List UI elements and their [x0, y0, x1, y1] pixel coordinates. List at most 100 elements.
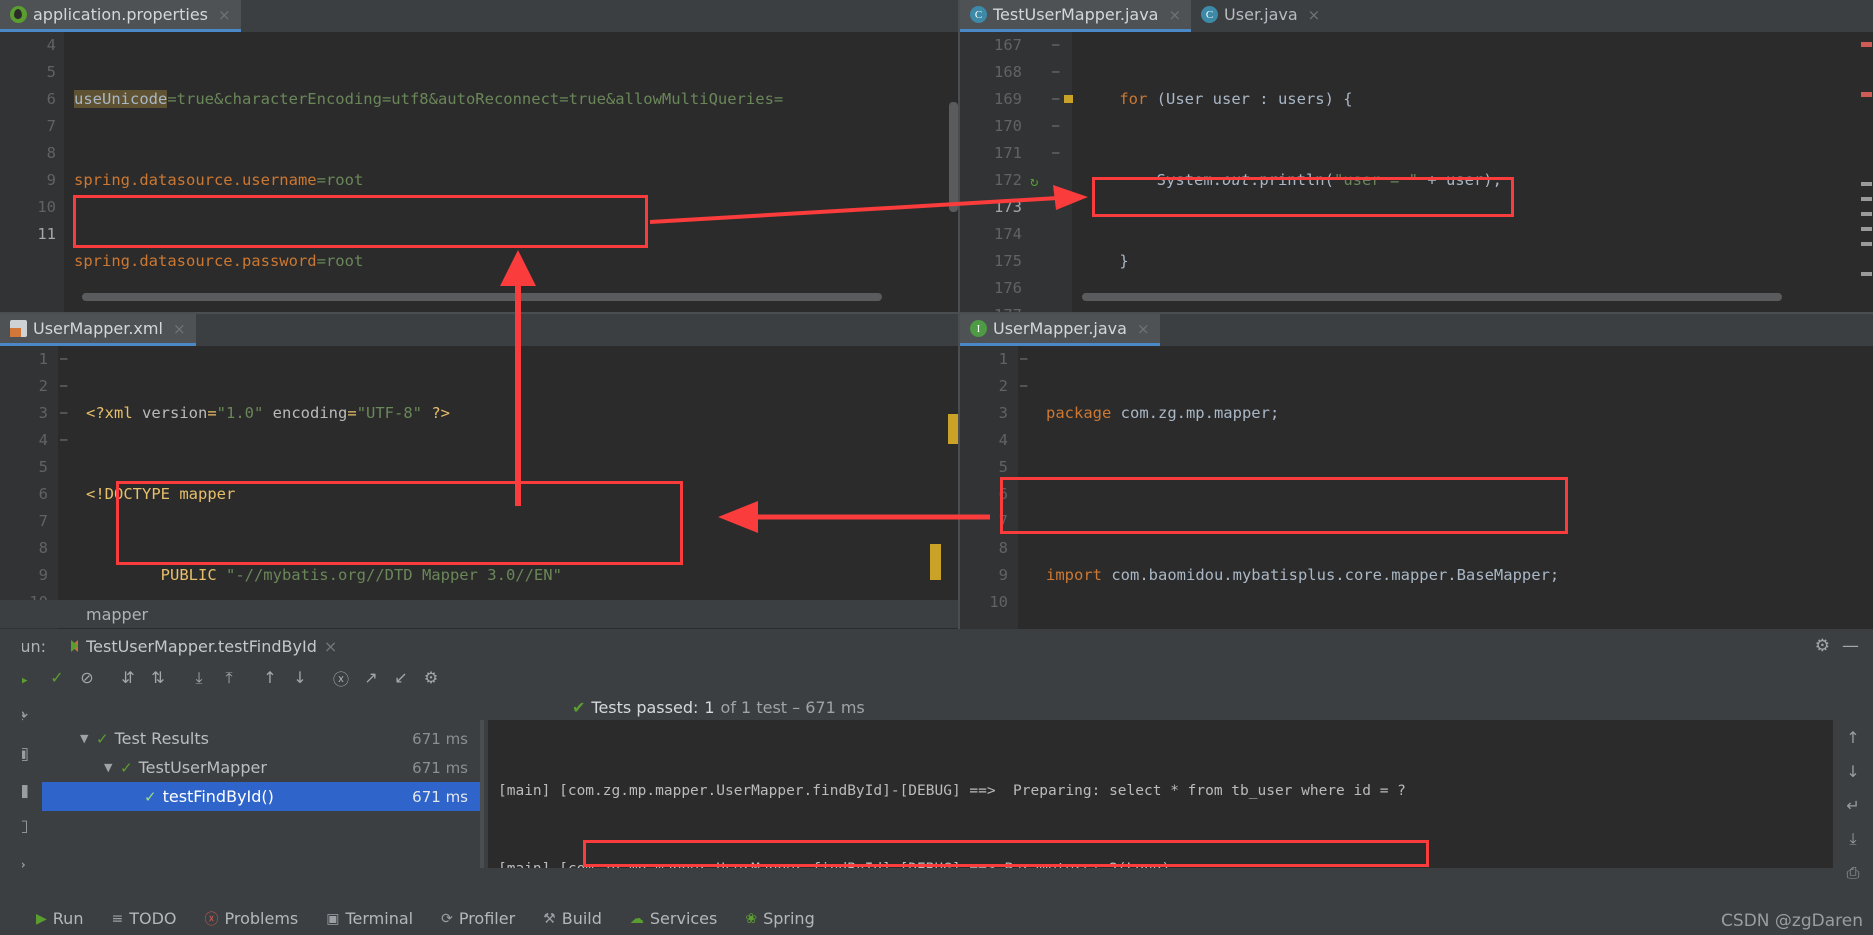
chevron-down-icon[interactable]: ▼	[80, 732, 96, 745]
status-item-terminal[interactable]: ▣ Terminal	[312, 909, 427, 928]
sort-alphabetically-button[interactable]: ⇵	[113, 663, 143, 693]
editor-splitter-vertical[interactable]	[958, 0, 960, 629]
breadcrumb-item-mapper[interactable]: mapper	[86, 605, 148, 624]
status-item-services[interactable]: ☁ Services	[616, 909, 731, 928]
status-item-profiler[interactable]: ⟳ Profiler	[427, 909, 529, 928]
breadcrumb-user-mapper-xml[interactable]: mapper	[0, 600, 960, 628]
code-text-application-properties[interactable]: useUnicode=true&characterEncoding=utf8&a…	[64, 32, 960, 325]
horizontal-scrollbar-test-user-mapper[interactable]	[1072, 293, 1859, 303]
code-text-user-mapper-java[interactable]: package com.zg.mp.mapper; import com.bao…	[1036, 346, 1873, 629]
run-tab-test-user-mapper[interactable]: TestUserMapper.testFindById ×	[64, 637, 337, 656]
soft-wrap-button[interactable]: ↵	[1833, 788, 1873, 822]
expand-all-button[interactable]: ⤓	[184, 663, 214, 693]
tests-passed-count: 1	[704, 697, 715, 717]
open-results-button[interactable]: ↙	[386, 663, 416, 693]
code-text-user-mapper-xml[interactable]: <?xml version="1.0" encoding="UTF-8" ?> …	[76, 346, 960, 629]
scroll-down-button[interactable]: ↓	[1833, 754, 1873, 788]
modified-line-marker	[1064, 95, 1073, 103]
ide-window: application.properties × ⚠ 1 ∧ ∨ 4 5 6 7…	[0, 0, 1873, 935]
status-item-problems[interactable]: ⓧ Problems	[190, 909, 312, 929]
export-results-button[interactable]: ↗	[356, 663, 386, 693]
status-item-build[interactable]: ⚒ Build	[529, 909, 616, 928]
tree-console-splitter[interactable]	[480, 720, 484, 868]
line-number: 5	[38, 458, 48, 476]
line-number: 1	[998, 350, 1008, 368]
line-number: 8	[998, 539, 1008, 557]
tab-user-java[interactable]: C User.java ×	[1191, 0, 1330, 32]
line-number-gutter: 1 2 3 4 5 6 7 8 9 10	[960, 346, 1018, 629]
close-icon[interactable]: ×	[1137, 320, 1150, 338]
problems-icon: ⓧ	[204, 911, 219, 928]
line-number: 168	[994, 63, 1022, 81]
show-passed-button[interactable]: ✓	[42, 663, 72, 693]
hide-ignored-button[interactable]: ⊘	[72, 663, 102, 693]
editor-user-mapper-xml[interactable]: 1 2 3 4 5 6 7 8 9 10 ── ── <?xml version…	[0, 346, 960, 629]
tab-test-user-mapper-java[interactable]: C TestUserMapper.java ×	[960, 0, 1192, 32]
close-icon[interactable]: ×	[173, 320, 186, 338]
code-token-key: spring.datasource.username	[74, 171, 317, 189]
code-folding-gutter[interactable]: ─ ─	[1020, 346, 1036, 400]
tab-application-properties[interactable]: application.properties ×	[0, 0, 241, 32]
code-token-value: =true&characterEncoding=utf8&autoReconne…	[167, 90, 784, 108]
close-icon[interactable]: ×	[1308, 6, 1321, 24]
close-icon[interactable]: ×	[1168, 6, 1181, 24]
line-number: 2	[38, 377, 48, 395]
horizontal-scrollbar-application-properties[interactable]	[64, 293, 946, 303]
test-duration: 671 ms	[412, 787, 468, 806]
tabbar-application-properties: application.properties ×	[0, 0, 960, 32]
test-settings-button[interactable]: ⚙	[416, 663, 446, 693]
left-tool-strip	[0, 631, 22, 902]
tab-user-mapper-xml[interactable]: UserMapper.xml ×	[0, 314, 196, 346]
close-icon[interactable]: ×	[218, 6, 231, 24]
line-number: 7	[38, 512, 48, 530]
line-number: 169	[994, 90, 1022, 108]
run-console-output[interactable]: [main] [com.zg.mp.mapper.UserMapper.find…	[488, 720, 1833, 868]
line-number: 10	[989, 593, 1008, 611]
next-failed-button[interactable]: ↓	[285, 663, 315, 693]
scroll-to-end-button[interactable]: ⤓	[1833, 822, 1873, 856]
test-tree-row-test-results[interactable]: ▼ ✓ Test Results 671 ms	[42, 724, 482, 753]
line-number: 10	[37, 198, 56, 216]
collapse-all-button[interactable]: ⤒	[214, 663, 244, 693]
run-panel-header: Run: TestUserMapper.testFindById × ⚙ —	[0, 631, 1873, 661]
test-tree-row-test-find-by-id[interactable]: ✓ testFindById() 671 ms	[42, 782, 482, 811]
line-number: 175	[994, 252, 1022, 270]
line-number: 6	[46, 90, 56, 108]
close-icon[interactable]: ×	[324, 637, 337, 656]
line-number: 176	[994, 279, 1022, 297]
scroll-up-button[interactable]: ↑	[1833, 720, 1873, 754]
test-tree-label: testFindById()	[162, 787, 274, 806]
history-button[interactable]: ⓧ	[326, 663, 356, 693]
scrollbar-thumb[interactable]	[82, 293, 882, 301]
scrollbar-thumb[interactable]	[1082, 293, 1782, 301]
status-item-todo[interactable]: ≡ TODO	[97, 909, 190, 928]
gear-icon[interactable]: ⚙	[1803, 636, 1842, 656]
code-token-value: =root	[316, 171, 364, 189]
previous-failed-button[interactable]: ↑	[255, 663, 285, 693]
test-tree-row-test-user-mapper[interactable]: ▼ ✓ TestUserMapper 671 ms	[42, 753, 482, 782]
run-test-gutter-icon[interactable]: ↻	[1030, 169, 1038, 196]
build-icon: ⚒	[543, 910, 556, 927]
profiler-icon: ⟳	[441, 910, 453, 927]
status-item-spring[interactable]: ❀ Spring	[731, 909, 828, 928]
test-duration: 671 ms	[412, 758, 468, 777]
scrollbar-thumb[interactable]	[949, 102, 958, 212]
test-results-tree[interactable]: ▼ ✓ Test Results 671 ms ▼ ✓ TestUserMapp…	[42, 720, 482, 868]
terminal-icon: ▣	[326, 910, 340, 927]
editor-splitter-horizontal[interactable]	[0, 312, 1873, 314]
code-folding-gutter[interactable]: ─ ─ ─ ─	[60, 346, 76, 454]
sort-by-duration-button[interactable]: ⇅	[143, 663, 173, 693]
line-number: 1	[38, 350, 48, 368]
status-item-run[interactable]: ▶ Run	[22, 909, 97, 928]
vertical-scrollbar-user-mapper-java[interactable]	[1860, 346, 1873, 629]
tabbar-user-mapper-xml: UserMapper.xml ×	[0, 314, 960, 346]
chevron-down-icon[interactable]: ▼	[104, 761, 120, 774]
editor-application-properties[interactable]: 4 5 6 7 8 9 10 11 useUnicode=true&charac…	[0, 32, 960, 325]
print-button[interactable]: ⎙	[1833, 856, 1873, 890]
minimize-icon[interactable]: —	[1842, 636, 1873, 656]
editor-test-user-mapper-java[interactable]: 167 168 169 170 171 172 173 174 175 176 …	[960, 32, 1873, 325]
vertical-scrollbar-test-user-mapper[interactable]	[1860, 32, 1873, 325]
code-text-test-user-mapper-java[interactable]: for (User user : users) { System.out.pri…	[1072, 32, 1873, 325]
editor-user-mapper-java[interactable]: 1 2 3 4 5 6 7 8 9 10 ─ ─ package com.zg.m…	[960, 346, 1873, 629]
tab-user-mapper-java[interactable]: I UserMapper.java ×	[960, 314, 1160, 346]
